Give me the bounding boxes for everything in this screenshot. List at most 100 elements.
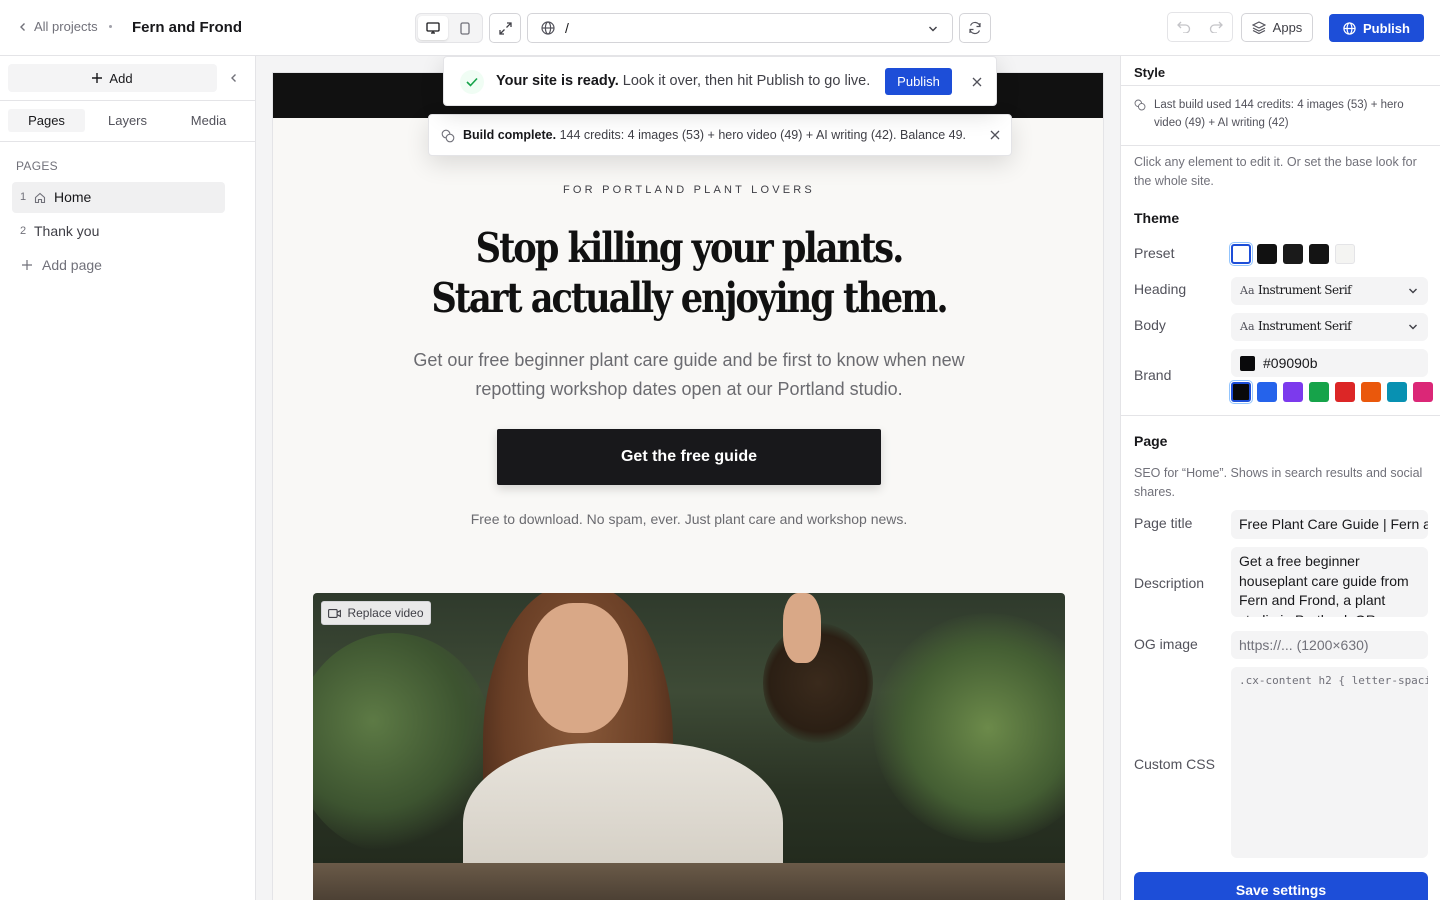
add-page-label: Add page [42,257,102,273]
video-hand [783,593,821,663]
description-label: Description [1134,575,1205,591]
chevron-left-icon [231,74,236,82]
page-item-thank-you[interactable]: 2 Thank you [12,216,225,247]
collapse-sidebar-button[interactable] [226,70,242,86]
preview-page[interactable]: FOR PORTLAND PLANT LOVERS Stop killing y… [272,72,1104,900]
check-badge [460,70,484,94]
preview-canvas: FOR PORTLAND PLANT LOVERS Stop killing y… [256,56,1120,900]
og-image-input[interactable]: https://... (1200×630) [1231,631,1428,659]
preset-swatch-2[interactable] [1257,244,1277,264]
hero-headline[interactable]: Stop killing your plants. Start actually… [331,223,1047,323]
close-icon[interactable] [972,77,982,87]
site-ready-text: Look it over, then hit Publish to go liv… [622,73,871,89]
redo-button[interactable] [1202,15,1230,39]
url-bar[interactable]: / [527,13,953,43]
brand-swatch-purple[interactable] [1283,382,1303,402]
hero-cta-label: Get the free guide [620,448,758,465]
add-page-button[interactable]: Add page [12,250,225,281]
save-settings-button[interactable]: Save settings [1134,872,1428,900]
og-image-label: OG image [1134,636,1198,652]
brand-swatch-blue[interactable] [1257,382,1277,402]
apps-button[interactable]: Apps [1241,13,1313,42]
brand-color-input[interactable]: #09090b [1231,349,1428,377]
brand-swatch-red[interactable] [1335,382,1355,402]
plus-icon [92,73,103,83]
build-complete-text: 144 credits: 4 images (53) + hero video … [559,128,967,142]
video-foliage-right [873,613,1065,843]
brand-swatch-teal[interactable] [1387,382,1407,402]
body-font-label: Body [1134,317,1166,333]
home-icon [34,192,46,204]
site-ready-toast: Your site is ready. Look it over, then h… [443,56,997,106]
brand-color-hex: #09090b [1263,355,1318,371]
body-font-select[interactable]: Aa Instrument Serif [1231,313,1428,341]
hero-eyebrow[interactable]: FOR PORTLAND PLANT LOVERS [273,184,1103,196]
add-label: Add [109,70,133,86]
custom-css-textarea[interactable]: .cx-content h2 { letter-spacing: -0.02em… [1231,667,1428,858]
hero-video[interactable]: Replace video [313,593,1065,900]
left-sidebar: Add Pages Layers Media PAGES 1 Home 2 Th… [0,56,256,900]
font-prefix: Aa [1240,320,1255,333]
undo-button[interactable] [1170,15,1198,39]
redo-icon [1209,21,1223,33]
hero-cta-button[interactable]: Get the free guide [497,429,881,485]
page-title-input[interactable]: Free Plant Care Guide | Fern and Frond [1231,510,1428,539]
chevron-down-icon [1409,288,1417,294]
brand-swatch-orange[interactable] [1361,382,1381,402]
fullscreen-button[interactable] [489,13,521,43]
globe-icon [1343,21,1356,35]
site-ready-message: Your site is ready. Look it over, then h… [496,73,870,89]
tab-pages-label: Pages [28,113,65,128]
publish-button[interactable]: Publish [1329,14,1424,42]
page-item-home[interactable]: 1 Home [12,182,225,213]
chevron-down-icon [1409,324,1417,330]
replace-video-button[interactable]: Replace video [321,601,431,625]
heading-font-label: Heading [1134,281,1187,297]
custom-css-label: Custom CSS [1134,756,1215,772]
mobile-view-button[interactable] [452,16,478,40]
toast-publish-button[interactable]: Publish [885,68,952,95]
tab-media-label: Media [190,113,227,128]
phone-icon [460,21,470,35]
brand-swatch-black[interactable] [1229,380,1253,404]
hero-subtext[interactable]: Get our free beginner plant care guide a… [406,346,972,404]
build-complete-message: Build complete. 144 credits: 4 images (5… [463,128,966,142]
add-button[interactable]: Add [8,64,217,92]
page-title-label: Page title [1134,515,1193,531]
preset-swatch-1[interactable] [1229,242,1253,266]
video-table [313,863,1065,900]
monitor-icon [426,22,440,34]
pages-section-title: PAGES [16,159,58,173]
preset-label: Preset [1134,245,1175,261]
desktop-view-button[interactable] [418,16,448,40]
divider [0,100,255,101]
heading-font-select[interactable]: Aa Instrument Serif [1231,277,1428,305]
apps-label: Apps [1272,20,1303,35]
brand-swatch-pink[interactable] [1413,382,1433,402]
divider [0,141,255,142]
plus-icon [22,260,32,270]
coins-icon [441,129,455,143]
refresh-button[interactable] [959,13,991,43]
video-person-face [528,603,628,733]
preset-swatch-4[interactable] [1309,244,1329,264]
description-textarea[interactable]: Get a free beginner houseplant care guid… [1231,547,1428,617]
site-ready-title: Your site is ready. [496,73,619,89]
tab-media[interactable]: Media [170,109,247,132]
brand-swatch-green[interactable] [1309,382,1329,402]
back-link[interactable]: All projects [18,19,98,34]
back-link-label: All projects [34,19,98,34]
style-panel-title: Style [1134,65,1166,80]
publish-label: Publish [1363,20,1410,36]
brand-color-preview [1240,356,1255,371]
theme-title: Theme [1134,210,1180,226]
divider [1121,145,1440,146]
page-number: 1 [20,191,27,203]
tab-layers[interactable]: Layers [89,109,166,132]
preset-swatch-5[interactable] [1335,244,1355,264]
hero-fineprint[interactable]: Free to download. No spam, ever. Just pl… [273,511,1103,527]
preset-swatch-3[interactable] [1283,244,1303,264]
undo-icon [1177,21,1191,33]
tab-pages[interactable]: Pages [8,109,85,132]
close-icon[interactable] [990,130,1000,140]
